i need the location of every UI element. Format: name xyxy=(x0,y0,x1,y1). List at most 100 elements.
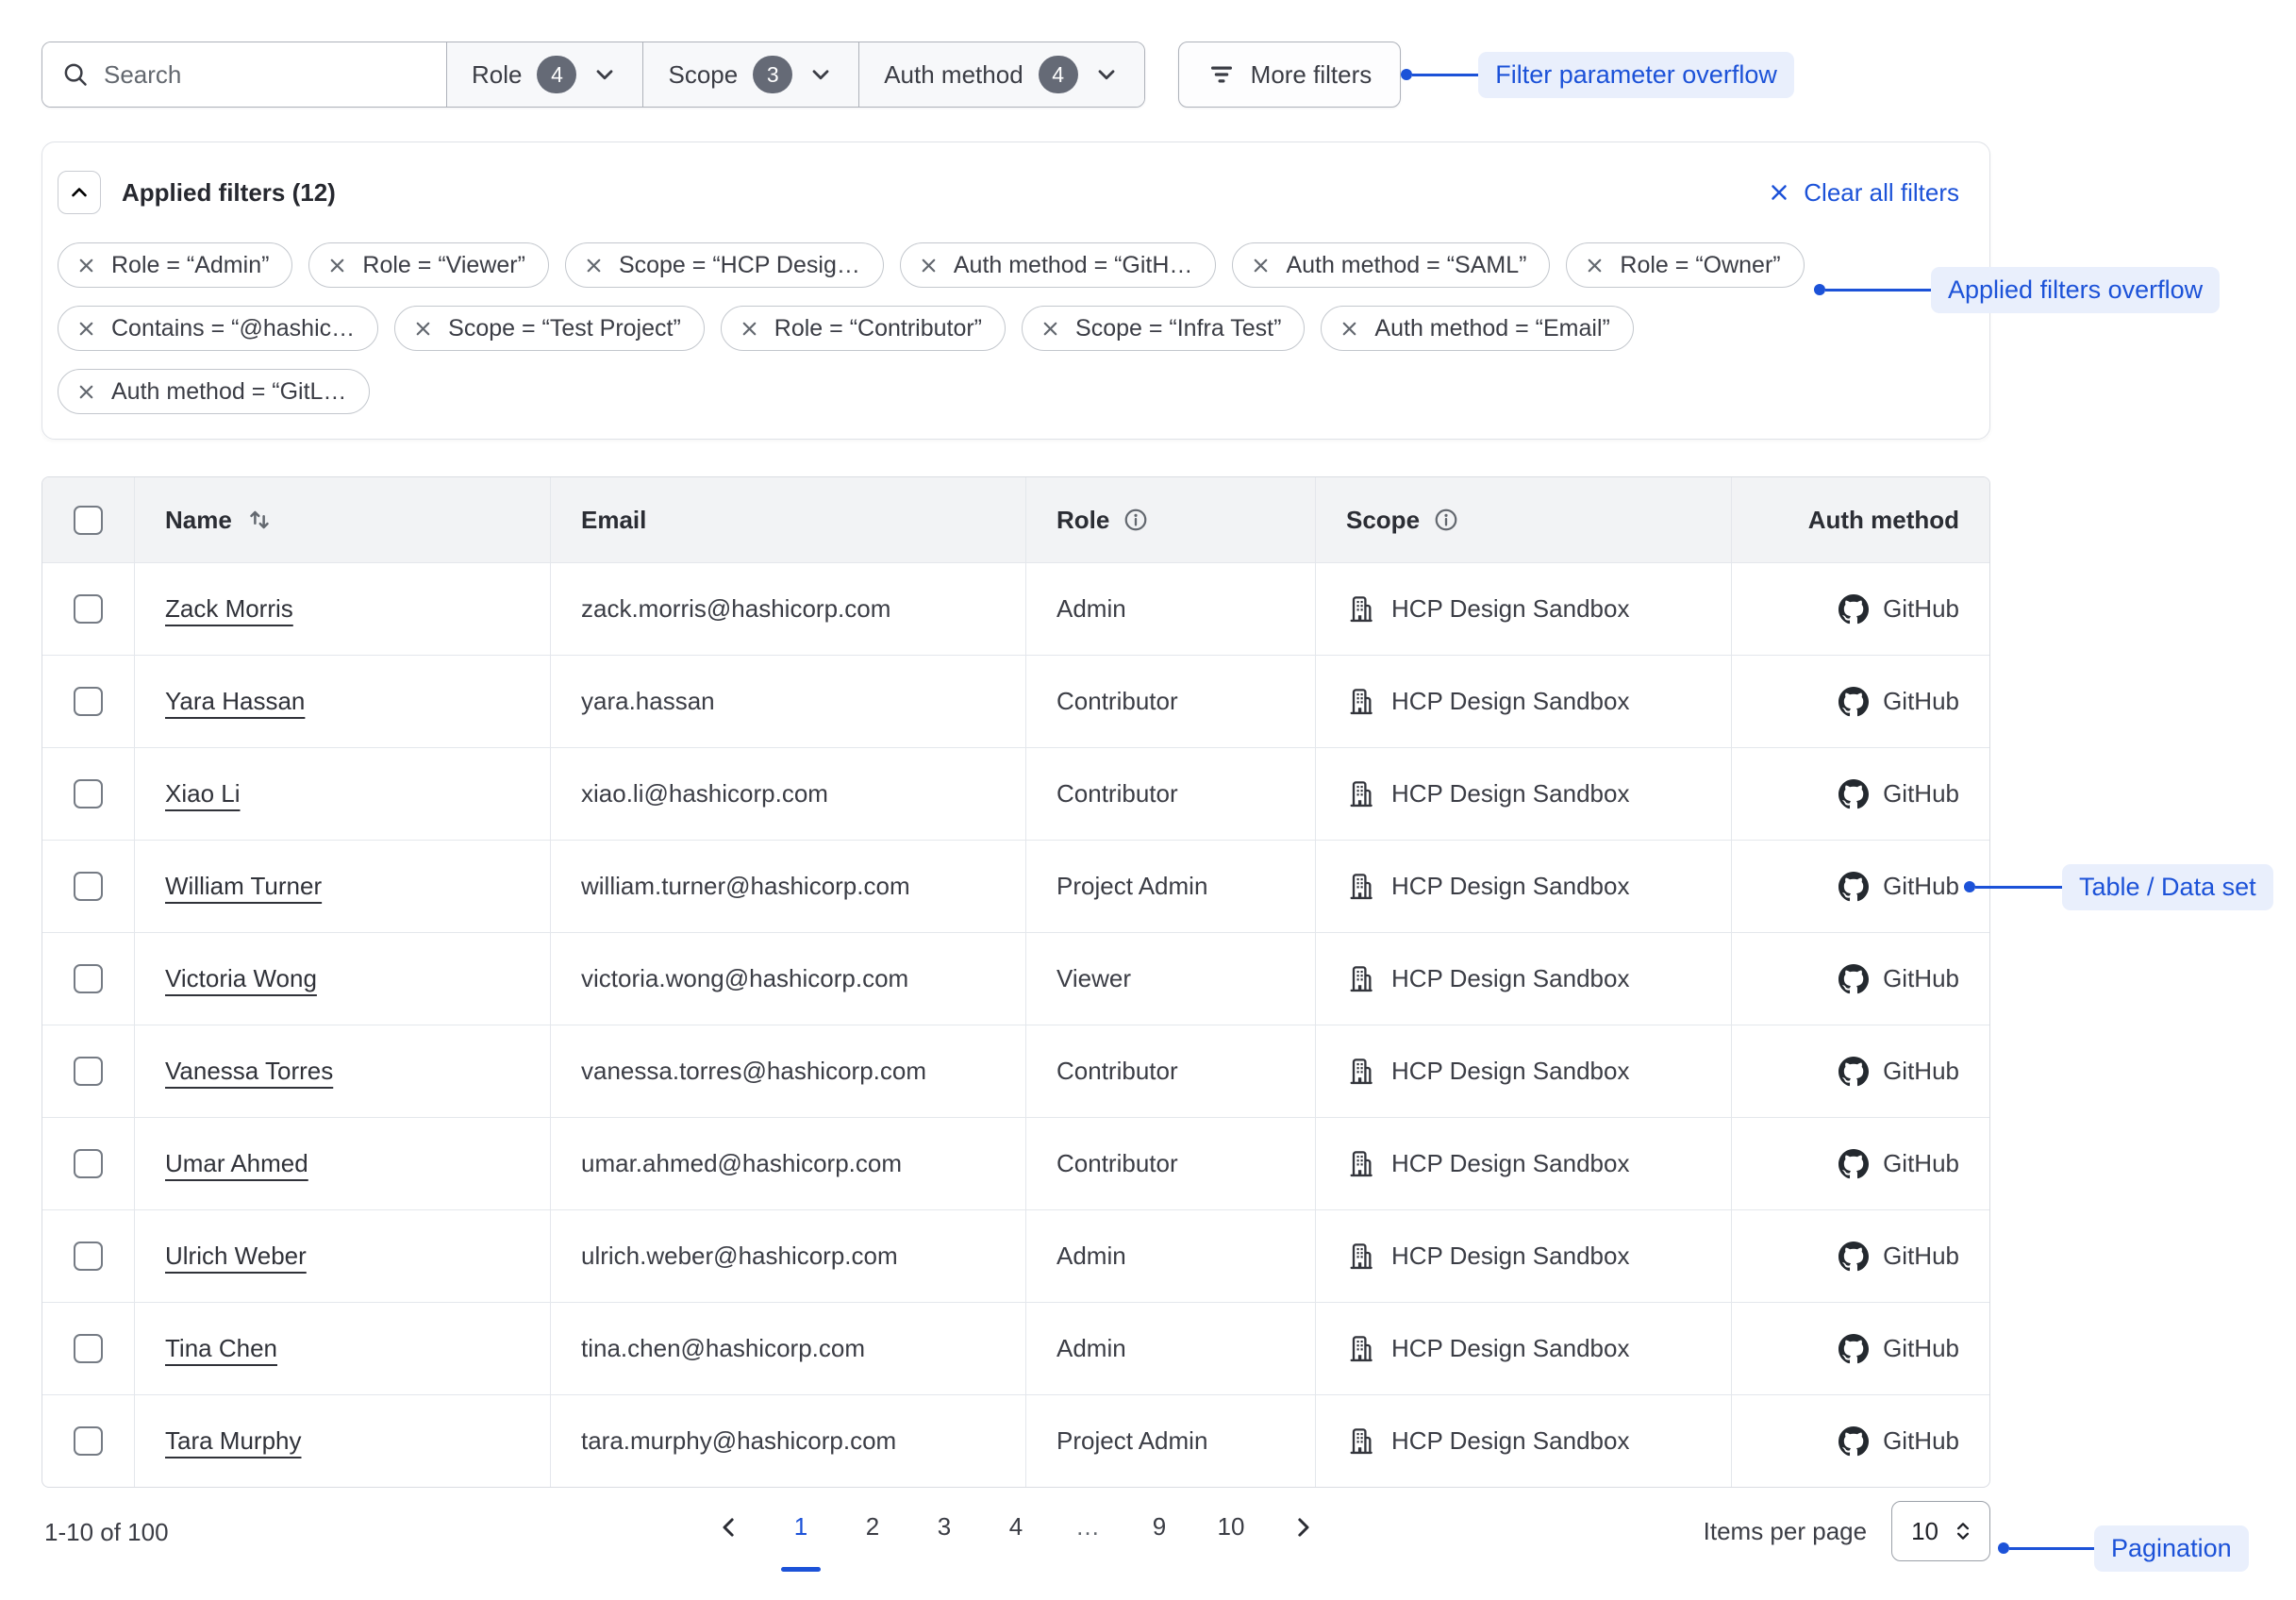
email-cell: tara.murphy@hashicorp.com xyxy=(551,1395,1026,1487)
filter-chip[interactable]: Role = “Viewer” xyxy=(308,242,549,288)
filter-chip-label: Auth method = “GitH… xyxy=(954,252,1193,279)
filter-chip-label: Scope = “Test Project” xyxy=(448,315,681,342)
user-name-link[interactable]: William Turner xyxy=(165,872,322,901)
user-name-link[interactable]: Tara Murphy xyxy=(165,1426,302,1456)
filter-chip[interactable]: Auth method = “GitL… xyxy=(58,369,370,414)
page-button-3[interactable]: 3 xyxy=(930,1512,958,1542)
role-cell: Admin xyxy=(1026,1210,1316,1302)
search-icon xyxy=(61,60,90,89)
sort-icon[interactable] xyxy=(245,506,274,534)
clear-all-filters-link[interactable]: Clear all filters xyxy=(1767,178,1959,208)
remove-filter-icon[interactable] xyxy=(75,318,97,340)
role-filter-dropdown[interactable]: Role 4 xyxy=(446,42,642,107)
auth-method-cell: GitHub xyxy=(1883,1057,1959,1086)
filter-chip[interactable]: Scope = “Infra Test” xyxy=(1022,306,1305,351)
remove-filter-icon[interactable] xyxy=(412,318,434,340)
clear-all-filters-label: Clear all filters xyxy=(1804,178,1959,208)
user-name-link[interactable]: Victoria Wong xyxy=(165,964,317,993)
scope-filter-dropdown[interactable]: Scope 3 xyxy=(642,42,858,107)
remove-filter-icon[interactable] xyxy=(1584,255,1606,276)
next-page-button[interactable] xyxy=(1289,1513,1317,1542)
user-name-link[interactable]: Yara Hassan xyxy=(165,687,305,716)
filter-chip[interactable]: Role = “Admin” xyxy=(58,242,292,288)
row-checkbox[interactable] xyxy=(74,779,103,808)
role-cell: Contributor xyxy=(1026,1025,1316,1117)
org-building-icon xyxy=(1346,687,1375,716)
column-header-email: Email xyxy=(551,477,1026,562)
row-checkbox[interactable] xyxy=(74,964,103,993)
auth-method-cell: GitHub xyxy=(1883,1242,1959,1271)
page-button-9[interactable]: 9 xyxy=(1145,1512,1173,1542)
remove-filter-icon[interactable] xyxy=(739,318,760,340)
filter-chip[interactable]: Auth method = “GitH… xyxy=(900,242,1217,288)
more-filters-button[interactable]: More filters xyxy=(1178,42,1402,108)
remove-filter-icon[interactable] xyxy=(583,255,605,276)
row-checkbox[interactable] xyxy=(74,1057,103,1086)
remove-filter-icon[interactable] xyxy=(75,381,97,403)
filter-chip[interactable]: Role = “Owner” xyxy=(1566,242,1804,288)
user-name-link[interactable]: Vanessa Torres xyxy=(165,1057,333,1086)
filter-chip[interactable]: Auth method = “Email” xyxy=(1321,306,1633,351)
email-cell: ulrich.weber@hashicorp.com xyxy=(551,1210,1026,1302)
row-checkbox[interactable] xyxy=(74,872,103,901)
role-cell: Contributor xyxy=(1026,1118,1316,1209)
row-checkbox[interactable] xyxy=(74,1242,103,1271)
filter-chip-label: Scope = “Infra Test” xyxy=(1075,315,1281,342)
filter-chip[interactable]: Contains = “@hashic… xyxy=(58,306,378,351)
org-building-icon xyxy=(1346,1426,1375,1456)
info-icon[interactable] xyxy=(1123,507,1149,533)
row-checkbox[interactable] xyxy=(74,687,103,716)
auth-method-filter-dropdown[interactable]: Auth method 4 xyxy=(858,42,1143,107)
row-checkbox[interactable] xyxy=(74,1149,103,1178)
remove-filter-icon[interactable] xyxy=(326,255,348,276)
github-icon xyxy=(1838,687,1869,717)
user-name-link[interactable]: Xiao Li xyxy=(165,779,241,808)
github-icon xyxy=(1838,1242,1869,1272)
page-button-10[interactable]: 10 xyxy=(1217,1512,1245,1542)
search-input[interactable]: Search xyxy=(42,42,446,107)
items-per-page-select[interactable]: 10 xyxy=(1891,1501,1990,1561)
user-name-link[interactable]: Zack Morris xyxy=(165,594,293,624)
results-range: 1-10 of 100 xyxy=(44,1518,169,1547)
scope-cell: HCP Design Sandbox xyxy=(1391,1242,1629,1271)
collapse-panel-button[interactable] xyxy=(58,171,101,214)
select-all-checkbox[interactable] xyxy=(74,506,103,535)
page-button-4[interactable]: 4 xyxy=(1002,1512,1030,1542)
row-checkbox[interactable] xyxy=(74,1334,103,1363)
row-checkbox[interactable] xyxy=(74,594,103,624)
user-name-link[interactable]: Umar Ahmed xyxy=(165,1149,308,1178)
github-icon xyxy=(1838,1334,1869,1364)
table-header-row: Name Email Role Scope Auth method xyxy=(42,477,1989,562)
filter-chip[interactable]: Auth method = “SAML” xyxy=(1232,242,1550,288)
auth-method-filter-count-badge: 4 xyxy=(1039,56,1078,93)
info-icon[interactable] xyxy=(1433,507,1459,533)
remove-filter-icon[interactable] xyxy=(1250,255,1272,276)
remove-filter-icon[interactable] xyxy=(75,255,97,276)
filter-chip[interactable]: Role = “Contributor” xyxy=(721,306,1006,351)
remove-filter-icon[interactable] xyxy=(1040,318,1061,340)
email-cell: zack.morris@hashicorp.com xyxy=(551,563,1026,655)
user-name-link[interactable]: Ulrich Weber xyxy=(165,1242,307,1271)
remove-filter-icon[interactable] xyxy=(918,255,940,276)
auth-method-cell: GitHub xyxy=(1883,779,1959,808)
github-icon xyxy=(1838,1057,1869,1087)
github-icon xyxy=(1838,872,1869,902)
remove-filter-icon[interactable] xyxy=(1339,318,1360,340)
filter-chip[interactable]: Scope = “HCP Desig… xyxy=(565,242,884,288)
row-checkbox[interactable] xyxy=(74,1426,103,1456)
page-button-1[interactable]: 1 xyxy=(787,1512,815,1542)
org-building-icon xyxy=(1346,1149,1375,1178)
table-row: Zack Morris zack.morris@hashicorp.com Ad… xyxy=(42,562,1989,655)
previous-page-button[interactable] xyxy=(715,1513,743,1542)
role-cell: Contributor xyxy=(1026,748,1316,840)
column-header-name[interactable]: Name xyxy=(135,477,551,562)
table-footer: 1-10 of 100 1 2 3 4 … 9 10 Items per pag… xyxy=(42,1488,1990,1592)
page-button-2[interactable]: 2 xyxy=(858,1512,887,1542)
auth-method-cell: GitHub xyxy=(1883,872,1959,901)
applied-filters-panel: Applied filters (12) Clear all filters R… xyxy=(42,142,1990,440)
table-row: Umar Ahmed umar.ahmed@hashicorp.com Cont… xyxy=(42,1117,1989,1209)
filter-bar: Search Role 4 Scope 3 Auth method 4 More… xyxy=(0,0,2296,108)
filter-chip[interactable]: Scope = “Test Project” xyxy=(394,306,705,351)
user-name-link[interactable]: Tina Chen xyxy=(165,1334,277,1363)
table-row: Yara Hassan yara.hassan Contributor HCP … xyxy=(42,655,1989,747)
